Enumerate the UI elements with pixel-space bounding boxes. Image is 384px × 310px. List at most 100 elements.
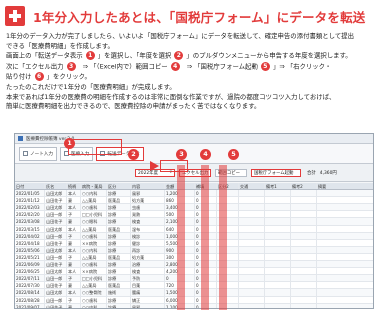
table-cell: 妻 xyxy=(67,282,81,289)
table-cell xyxy=(291,282,317,289)
note-input-button[interactable]: ノート入力 xyxy=(19,146,57,161)
table-cell: 検査 xyxy=(131,268,165,275)
table-cell xyxy=(291,268,317,275)
table-cell xyxy=(317,289,373,295)
table-cell: 子 xyxy=(67,275,81,282)
tax-form-launch-button[interactable]: 国税庁フォーム起動 xyxy=(251,168,301,177)
table-cell: 山田花子 xyxy=(45,239,67,246)
table-cell: △△薬局 xyxy=(81,253,107,261)
table-cell: △△薬局 xyxy=(81,282,107,289)
table-cell xyxy=(239,239,265,246)
paragraph-line: 1年分のデータ入力が完了しましたら、いよいよ「国税庁フォーム」にデータを転送して… xyxy=(6,32,355,40)
table-row[interactable]: 2022/07/11 山田一郎子 □□小児科 診療 予防 0 0 xyxy=(15,275,373,283)
total-display: 合計 4,360円 xyxy=(307,170,337,176)
table-cell xyxy=(291,303,317,308)
table-cell: □□小児科 xyxy=(81,275,107,282)
table-cell: 2022/06/09 xyxy=(15,261,45,268)
table-cell: 山田太郎 xyxy=(45,190,67,197)
table-cell: 山田太郎 xyxy=(45,289,67,296)
arrow-icon xyxy=(150,161,159,171)
table-cell xyxy=(265,268,291,275)
table-cell xyxy=(239,218,265,225)
table-cell: 2022/07/30 xyxy=(15,282,45,289)
table-row[interactable]: 2022/07/30 山田花子妻 △△薬局 医薬品 目薬 720 0 xyxy=(15,282,373,290)
data-grid: 日付氏名続柄病院・薬局区分内容金額補填区分2交通備考1備考2摘要 2022/01… xyxy=(15,183,373,308)
paragraph-line: 本来であれば1年分の医療費の明細を作成するのは非常に面倒な作業ですが、過院の都度… xyxy=(6,92,336,101)
table-cell: 山田花子 xyxy=(45,218,67,225)
column-header[interactable]: 備考2 xyxy=(291,183,317,190)
table-cell: 虫歯 xyxy=(131,204,165,211)
table-row[interactable]: 2022/04/02 山田一郎子 ○○歯科 診療 検診 1,000 0 xyxy=(15,232,373,240)
table-cell xyxy=(291,261,317,268)
table-cell: 再診 xyxy=(131,246,165,253)
table-cell: 医薬品 xyxy=(107,253,131,261)
table-row[interactable]: 2022/08/14 山田太郎 本人 ○○整骨院 施術 腰痛 1,500 0 xyxy=(15,289,373,297)
table-row[interactable]: 2022/09/07 山田花子妻 ○○内科 診療 風邪 1,100 0 xyxy=(15,303,373,308)
table-cell: 診療 xyxy=(107,232,131,239)
table-row[interactable]: 2022/05/21 山田一郎子 △△薬局 医薬品 処方薬 300 0 xyxy=(15,253,373,262)
table-row[interactable]: 2022/02/20 山田一郎子 □□小児科 診療 発熱 500 0 xyxy=(15,211,373,219)
column-header[interactable]: 続柄 xyxy=(67,183,81,190)
table-cell: 2022/05/06 xyxy=(15,246,45,253)
table-cell: 診療 xyxy=(107,218,131,225)
table-row[interactable]: 2022/04/18 山田花子妻 ××病院 診療 健診 5,500 0 xyxy=(15,239,373,247)
table-cell: 発熱 xyxy=(131,211,165,218)
highlight-box xyxy=(68,139,122,155)
table-row[interactable]: 2022/01/05 山田太郎 本人 ○○内科 診療 風邪 1,200 0 xyxy=(15,190,373,198)
column-header[interactable]: 氏名 xyxy=(45,183,67,190)
table-cell: 施術 xyxy=(107,289,131,296)
table-cell xyxy=(317,304,373,308)
table-cell: ○○歯科 xyxy=(81,204,107,211)
table-cell: 2022/03/15 xyxy=(15,225,45,232)
table-cell xyxy=(265,246,291,253)
table-cell xyxy=(265,225,291,232)
text-segment: 」のプルダウンメニューから申告する年度を選択します。 xyxy=(186,51,352,60)
table-row[interactable]: 2022/06/25 山田太郎 本人 ××病院 診療 検査 4,200 0 xyxy=(15,268,373,276)
table-cell: 健診 xyxy=(131,239,165,246)
table-cell: ○○内科 xyxy=(81,246,107,253)
table-row[interactable]: 2022/03/15 山田太郎 本人 △△薬局 医薬品 湿布 640 0 xyxy=(15,225,373,233)
column-header[interactable]: 備考1 xyxy=(265,183,291,190)
table-cell xyxy=(239,190,265,197)
column-header[interactable]: 日付 xyxy=(15,183,45,190)
table-cell: 診療 xyxy=(107,239,131,246)
table-cell: 2022/08/28 xyxy=(15,296,45,303)
column-header[interactable]: 内容 xyxy=(131,183,165,190)
table-cell xyxy=(317,282,373,288)
text-segment: 貼り付け xyxy=(6,72,32,81)
table-cell: 山田花子 xyxy=(45,282,67,289)
step-number-badge: 4 xyxy=(170,61,180,71)
table-cell: 妻 xyxy=(67,218,81,225)
table-cell: 矯正 xyxy=(131,296,165,303)
table-cell xyxy=(239,261,265,268)
table-row[interactable]: 2022/06/09 山田花子妻 ○○歯科 診療 治療 2,800 0 xyxy=(15,261,373,269)
table-cell xyxy=(291,232,317,239)
table-cell: 2022/04/18 xyxy=(15,239,45,246)
paragraph-line: 画面上の「転送データ表示 1 」を選択し、「年度を選択 2 」のプルダウンメニュ… xyxy=(6,51,378,61)
highlight-column-stripe xyxy=(201,165,209,310)
table-cell: 妻 xyxy=(67,239,81,246)
table-cell xyxy=(265,190,291,197)
table-row[interactable]: 2022/03/08 山田花子妻 ○○眼科 診療 検査 2,100 0 xyxy=(15,218,373,226)
table-cell xyxy=(239,232,265,239)
table-row[interactable]: 2022/08/28 山田一郎子 ○○歯科 診療 矯正 6,000 0 xyxy=(15,296,373,304)
table-row[interactable]: 2022/01/12 山田花子妻 △△薬局 医薬品 処方薬 860 0 xyxy=(15,197,373,205)
table-cell xyxy=(239,253,265,261)
column-header[interactable]: 交通 xyxy=(239,183,265,190)
column-header[interactable]: 摘要 xyxy=(317,183,373,189)
table-cell xyxy=(317,211,373,217)
table-row[interactable]: 2022/02/03 山田太郎 本人 ○○歯科 診療 虫歯 3,400 0 xyxy=(15,204,373,212)
table-cell xyxy=(239,197,265,204)
table-cell xyxy=(317,226,373,232)
paragraph-line: 簡単に医療費明細を出力できるので、医療費控除の申請がまったく苦ではなくなります。 xyxy=(6,102,261,111)
column-header[interactable]: 病院・薬局 xyxy=(81,183,107,190)
table-cell xyxy=(265,282,291,289)
paragraph-line: 貼り付け 6 」をクリック。 xyxy=(6,71,378,82)
table-row[interactable]: 2022/05/06 山田太郎 本人 ○○内科 診療 再診 900 0 xyxy=(15,246,373,254)
table-cell: 本人 xyxy=(67,225,81,232)
table-cell xyxy=(239,225,265,232)
table-cell: 山田太郎 xyxy=(45,204,67,211)
table-cell: 山田一郎 xyxy=(45,253,67,261)
table-cell: △△薬局 xyxy=(81,197,107,204)
column-header[interactable]: 区分 xyxy=(107,183,131,190)
